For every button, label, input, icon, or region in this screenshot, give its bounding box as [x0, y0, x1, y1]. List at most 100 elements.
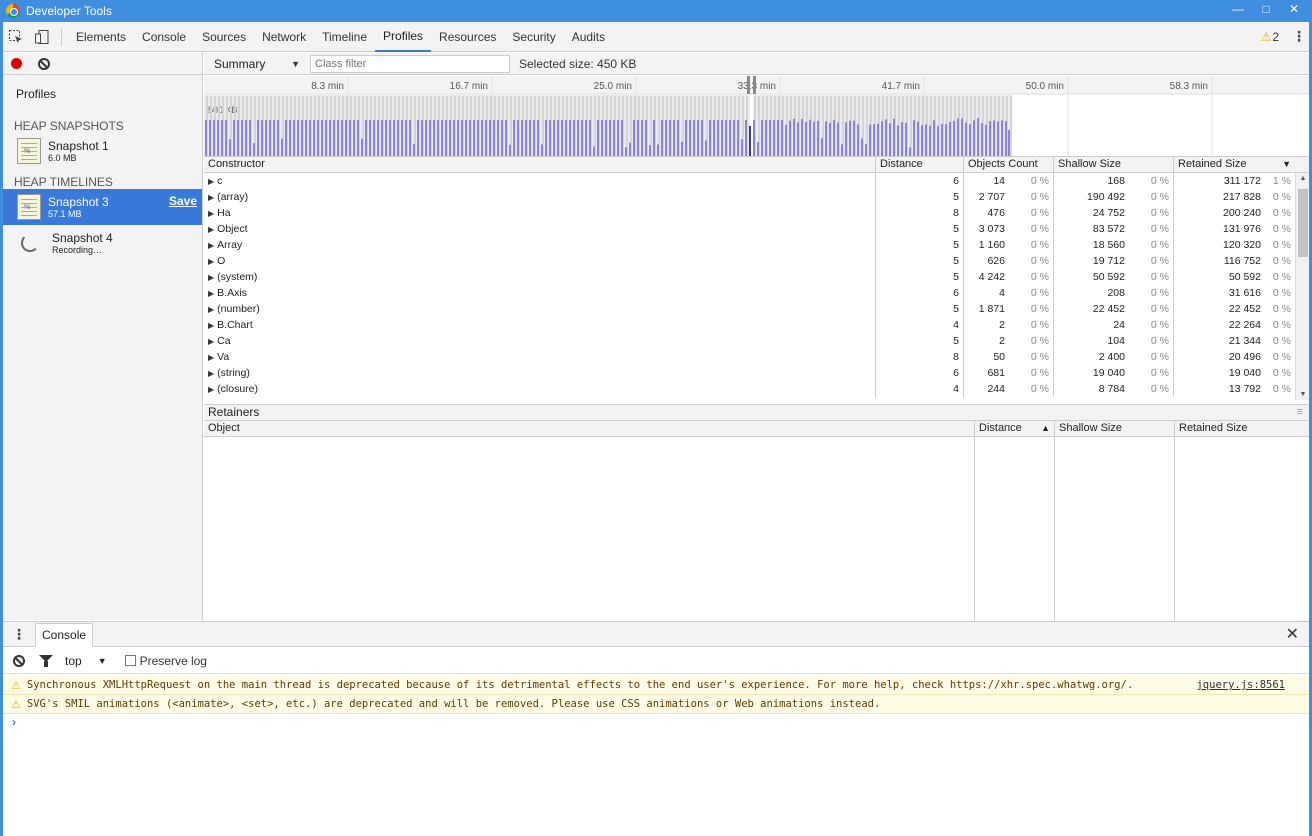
- sidebar-item-snapshot-3[interactable]: % Snapshot 3 57.1 MB Save: [3, 189, 202, 225]
- distance-cell: 4: [876, 317, 964, 333]
- expand-triangle-icon[interactable]: ▶: [208, 369, 214, 378]
- expand-triangle-icon[interactable]: ▶: [208, 289, 214, 298]
- drawer-menu-icon[interactable]: ⋮: [3, 626, 35, 643]
- allocation-bar: [685, 120, 687, 156]
- grid-scrollbar[interactable]: ▲ ▼: [1295, 173, 1309, 400]
- expand-triangle-icon[interactable]: ▶: [208, 273, 214, 282]
- table-row[interactable]: ▶ O 5 626 0 % 19 712 0 % 116 752 0 %: [204, 253, 1309, 269]
- expand-triangle-icon[interactable]: ▶: [208, 337, 214, 346]
- warnings-counter[interactable]: ⚠ 2: [1261, 30, 1279, 44]
- table-row[interactable]: ▶ c 6 14 0 % 168 0 % 311 172 1 %: [204, 173, 1309, 189]
- column-header-constructor[interactable]: Constructor: [204, 157, 876, 172]
- scroll-down-icon[interactable]: ▼: [1296, 391, 1309, 398]
- console-prompt[interactable]: ›: [12, 715, 16, 729]
- constructor-grid-header: Constructor Distance Objects Count Shall…: [204, 157, 1309, 173]
- constructor-name: B.Chart: [217, 319, 253, 331]
- expand-triangle-icon[interactable]: ▶: [208, 321, 214, 330]
- allocation-bar: [949, 122, 951, 156]
- tab-security[interactable]: Security: [504, 22, 563, 52]
- table-row[interactable]: ▶ Ca 5 2 0 % 104 0 % 21 344 0 %: [204, 333, 1309, 349]
- close-window-icon[interactable]: ✕: [1280, 0, 1308, 18]
- table-row[interactable]: ▶ (string) 6 681 0 % 19 040 0 % 19 040 0 %: [204, 365, 1309, 381]
- column-header-distance[interactable]: Distance: [876, 157, 964, 172]
- filter-icon[interactable]: [39, 654, 53, 667]
- allocation-bar: [653, 120, 655, 156]
- allocation-bar: [933, 120, 935, 156]
- sidebar-item-snapshot-4[interactable]: Snapshot 4 Recording…: [3, 225, 202, 261]
- clear-console-icon[interactable]: [13, 654, 25, 667]
- preserve-log-checkbox[interactable]: [124, 655, 136, 666]
- heap-timeline-overview[interactable]: 8.3 min 16.7 min 25.0 min 33.3 min 41.7 min 5…: [204, 76, 1309, 157]
- expand-triangle-icon[interactable]: ▶: [208, 257, 214, 266]
- close-drawer-icon[interactable]: ✕: [1286, 624, 1299, 644]
- tab-network[interactable]: Network: [254, 22, 314, 52]
- tab-profiles[interactable]: Profiles: [375, 22, 432, 52]
- view-select[interactable]: Summary ▼: [204, 57, 300, 71]
- record-icon[interactable]: [11, 58, 22, 69]
- selection-handle-right[interactable]: [753, 76, 756, 94]
- table-row[interactable]: ▶ (number) 5 1 871 0 % 22 452 0 % 22 452 0 %: [204, 301, 1309, 317]
- expand-triangle-icon[interactable]: ▶: [208, 305, 214, 314]
- objects-count-percent: 0 %: [1030, 335, 1049, 347]
- selection-handle-left[interactable]: [747, 76, 750, 94]
- column-header-shallow-size[interactable]: Shallow Size: [1054, 157, 1174, 172]
- column-header-retained-size[interactable]: Retained Size: [1175, 421, 1309, 436]
- scroll-up-icon[interactable]: ▲: [1296, 175, 1309, 182]
- allocation-bar: [365, 120, 367, 156]
- tab-audits[interactable]: Audits: [564, 22, 613, 52]
- table-row[interactable]: ▶ Object 5 3 073 0 % 83 572 0 % 131 976 0 %: [204, 221, 1309, 237]
- expand-triangle-icon[interactable]: ▶: [208, 225, 214, 234]
- column-header-shallow-size[interactable]: Shallow Size: [1055, 421, 1175, 436]
- table-row[interactable]: ▶ (closure) 4 244 0 % 8 784 0 % 13 792 0 %: [204, 381, 1309, 397]
- expand-triangle-icon[interactable]: ▶: [208, 209, 214, 218]
- maximize-icon[interactable]: □: [1252, 0, 1280, 18]
- constructor-name: (array): [217, 191, 249, 203]
- minimize-icon[interactable]: —: [1224, 0, 1252, 18]
- device-mode-icon[interactable]: [29, 24, 55, 50]
- allocation-bar: [721, 120, 723, 156]
- expand-triangle-icon[interactable]: ▶: [208, 385, 214, 394]
- allocation-bar: [245, 120, 247, 156]
- tab-resources[interactable]: Resources: [431, 22, 504, 52]
- clear-all-icon[interactable]: [38, 57, 50, 70]
- timeline-chart[interactable]: 8.3 min 16.7 min 25.0 min 33.3 min 41.7 min 5…: [204, 76, 1309, 157]
- expand-triangle-icon[interactable]: ▶: [208, 353, 214, 362]
- table-row[interactable]: ▶ (system) 5 4 242 0 % 50 592 0 % 50 592 0 %: [204, 269, 1309, 285]
- column-header-retained-size[interactable]: Retained Size ▼: [1174, 157, 1309, 172]
- timeline-tick-label: 33.3 min: [738, 81, 776, 92]
- expand-triangle-icon[interactable]: ▶: [208, 177, 214, 186]
- allocation-bar: [909, 147, 911, 156]
- console-message-source-link[interactable]: jquery.js:8561: [1196, 679, 1285, 691]
- table-row[interactable]: ▶ Array 5 1 160 0 % 18 560 0 % 120 320 0 %: [204, 237, 1309, 253]
- class-filter-input[interactable]: [310, 54, 510, 73]
- resize-handle-icon[interactable]: ≡: [1297, 405, 1303, 420]
- scrollbar-thumb[interactable]: [1298, 189, 1308, 257]
- table-row[interactable]: ▶ B.Chart 4 2 0 % 24 0 % 22 264 0 %: [204, 317, 1309, 333]
- tab-elements[interactable]: Elements: [68, 22, 134, 52]
- table-row[interactable]: ▶ (array) 5 2 707 0 % 190 492 0 % 217 828 0 %: [204, 189, 1309, 205]
- save-link[interactable]: Save: [169, 194, 197, 208]
- allocation-bar-bg: [626, 96, 628, 156]
- column-header-distance[interactable]: Distance ▲: [975, 421, 1055, 436]
- summary-toolbar: Summary ▼ Selected size: 450 KB: [204, 53, 1309, 75]
- expand-triangle-icon[interactable]: ▶: [208, 241, 214, 250]
- tab-sources[interactable]: Sources: [194, 22, 254, 52]
- column-header-object[interactable]: Object: [204, 421, 975, 436]
- chrome-logo-icon: [6, 4, 20, 18]
- table-row[interactable]: ▶ B.Axis 6 4 0 % 208 0 % 31 616 0 %: [204, 285, 1309, 301]
- allocation-bar: [593, 146, 595, 156]
- expand-triangle-icon[interactable]: ▶: [208, 193, 214, 202]
- allocation-bar: [457, 120, 459, 156]
- column-header-objects-count[interactable]: Objects Count: [964, 157, 1054, 172]
- preserve-log-label[interactable]: Preserve log: [140, 654, 207, 668]
- table-row[interactable]: ▶ Va 8 50 0 % 2 400 0 % 20 496 0 %: [204, 349, 1309, 365]
- inspect-element-icon[interactable]: [3, 24, 29, 50]
- sidebar-item-snapshot-1[interactable]: % Snapshot 1 6.0 MB: [3, 133, 202, 169]
- customize-menu-icon[interactable]: ⋮: [1289, 28, 1309, 45]
- tab-timeline[interactable]: Timeline: [314, 22, 375, 52]
- tab-console[interactable]: Console: [134, 22, 194, 52]
- context-select[interactable]: top ▼: [65, 654, 107, 668]
- console-message-text: Synchronous XMLHttpRequest on the main t…: [26, 679, 1134, 691]
- tab-console-drawer[interactable]: Console: [35, 623, 94, 647]
- table-row[interactable]: ▶ Ha 8 476 0 % 24 752 0 % 200 240 0 %: [204, 205, 1309, 221]
